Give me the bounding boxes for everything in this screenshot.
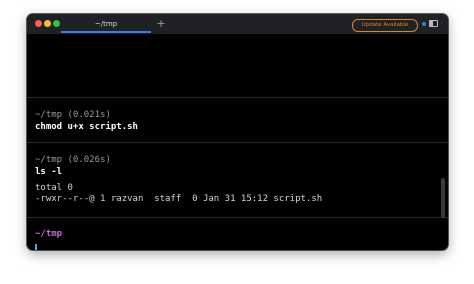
block-divider <box>27 142 448 143</box>
block-divider <box>27 97 448 98</box>
maximize-traffic-light-icon[interactable] <box>53 20 60 27</box>
input-divider <box>27 217 448 218</box>
new-tab-button[interactable]: + <box>155 14 167 34</box>
block-1-dir-line: ~/tmp (0.021s) <box>35 110 111 120</box>
block-1-command: chmod u+x script.sh <box>35 122 138 132</box>
title-bar: ~/tmp + Update Available <box>27 14 448 34</box>
scrollbar[interactable] <box>441 178 445 218</box>
minimize-traffic-light-icon[interactable] <box>44 20 51 27</box>
terminal-output[interactable]: ~/tmp (0.021s) chmod u+x script.sh ~/tmp… <box>27 34 448 250</box>
block-2-dir-line: ~/tmp (0.026s) <box>35 155 111 165</box>
active-prompt: ~/tmp <box>35 229 63 239</box>
block-2-output-line-2: -rwxr--r--@ 1 razvan staff 0 Jan 31 15:1… <box>35 194 323 204</box>
block-2-command: ls -l <box>35 167 63 177</box>
update-available-button[interactable]: Update Available <box>352 19 418 32</box>
sidebar-panel-icon[interactable] <box>429 20 438 27</box>
active-tab-indicator <box>61 31 151 33</box>
status-dot-icon <box>422 22 426 26</box>
text-cursor <box>35 244 37 250</box>
terminal-window: ~/tmp + Update Available ~/tmp (0.021s) … <box>27 14 448 250</box>
block-2-output-line-1: total 0 <box>35 183 73 193</box>
close-traffic-light-icon[interactable] <box>35 20 42 27</box>
